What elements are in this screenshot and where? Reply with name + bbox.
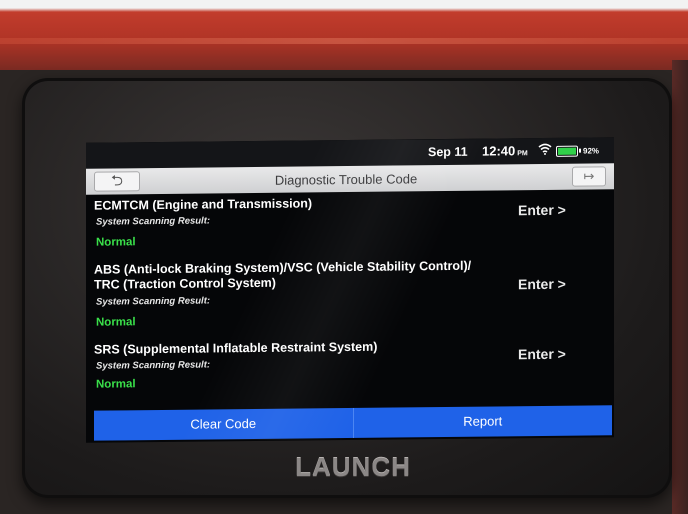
back-button[interactable]: ⮌ [94, 171, 140, 192]
enter-button[interactable]: Enter > [518, 202, 566, 219]
exit-icon: ↦ [583, 168, 595, 184]
page-title: Diagnostic Trouble Code [274, 171, 418, 188]
report-button[interactable]: Report [354, 405, 613, 438]
brand-logo: LAUNCH [295, 452, 411, 482]
wifi-icon [538, 143, 552, 158]
system-name: ABS (Anti-lock Braking System)/VSC (Vehi… [94, 258, 472, 292]
system-scan-label: System Scanning Result: [96, 215, 211, 228]
system-scan-result: Normal [96, 316, 136, 329]
system-item-srs[interactable]: SRS (Supplemental Inflatable Restraint S… [86, 333, 614, 409]
status-clock: 12:40 [482, 143, 516, 159]
system-name: ECMTCM (Engine and Transmission) [94, 196, 313, 213]
status-time: 12:40 PM [482, 143, 528, 158]
device-frame-edge [672, 60, 688, 514]
system-name: SRS (Supplemental Inflatable Restraint S… [94, 339, 378, 357]
exit-button[interactable]: ↦ [572, 166, 606, 187]
enter-button[interactable]: Enter > [518, 346, 566, 363]
battery-percent: 92% [583, 146, 600, 156]
system-scan-label: System Scanning Result: [96, 359, 211, 372]
system-scan-label: System Scanning Result: [96, 295, 211, 308]
battery-fill [558, 147, 577, 155]
enter-button[interactable]: Enter > [518, 276, 566, 293]
status-date: Sep 11 [428, 144, 468, 160]
system-scan-result: Normal [96, 236, 136, 249]
clear-code-button[interactable]: Clear Code [94, 408, 353, 441]
device-case-top [0, 0, 688, 70]
device-screen: Sep 11 12:40 PM 92% ⮌ Diagnostic Trouble … [86, 137, 614, 443]
system-item-abs-vsc-trc[interactable]: ABS (Anti-lock Braking System)/VSC (Vehi… [86, 257, 614, 339]
system-scan-result: Normal [96, 378, 136, 391]
status-ampm: PM [517, 150, 528, 158]
system-list: ECMTCM (Engine and Transmission) System … [86, 189, 614, 409]
system-item-ecm-tcm[interactable]: ECMTCM (Engine and Transmission) System … [86, 189, 614, 263]
back-arrow-icon: ⮌ [110, 172, 123, 190]
battery-icon [556, 145, 578, 157]
bottom-action-bar: Clear Code Report [94, 405, 613, 441]
